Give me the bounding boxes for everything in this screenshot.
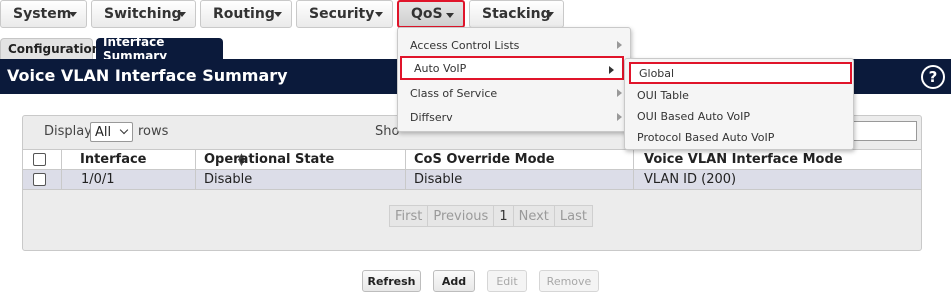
nav-qos-label: QoS bbox=[411, 6, 443, 22]
chevron-down-icon bbox=[546, 12, 554, 17]
refresh-button[interactable]: Refresh bbox=[362, 270, 421, 292]
nav-security-label: Security bbox=[309, 6, 375, 22]
submenu-item-global[interactable]: Global bbox=[629, 62, 852, 84]
pager-previous-button[interactable]: Previous bbox=[427, 205, 495, 227]
select-all-checkbox[interactable] bbox=[33, 153, 46, 166]
nav-switching-label: Switching bbox=[104, 6, 182, 22]
select-all-cell bbox=[33, 150, 46, 169]
column-header-interface-label: Interface bbox=[80, 152, 147, 167]
add-button[interactable]: Add bbox=[433, 270, 475, 292]
nav-switching[interactable]: Switching bbox=[91, 0, 196, 28]
row-select-cell bbox=[33, 170, 46, 189]
pager-current-page[interactable]: 1 bbox=[493, 205, 514, 227]
chevron-down-icon bbox=[178, 12, 186, 17]
tab-interface-summary[interactable]: Interface Summary bbox=[96, 35, 223, 63]
qos-dropdown-menu: Access Control Lists Auto VoIP Class of … bbox=[397, 27, 631, 132]
display-rows-select[interactable]: All bbox=[90, 122, 133, 142]
row-checkbox[interactable] bbox=[33, 173, 46, 186]
chevron-right-icon bbox=[617, 113, 622, 121]
auto-voip-submenu: Global OUI Table OUI Based Auto VoIP Pro… bbox=[624, 58, 854, 150]
nav-routing-label: Routing bbox=[213, 6, 275, 22]
submenu-item-oui-table-label: OUI Table bbox=[637, 88, 689, 102]
submenu-item-global-label: Global bbox=[639, 66, 675, 80]
column-header-cos-override-mode[interactable]: CoS Override Mode bbox=[414, 150, 555, 169]
menu-item-access-control-lists[interactable]: Access Control Lists bbox=[398, 33, 630, 57]
chevron-down-icon bbox=[446, 13, 454, 18]
display-rows-value: All bbox=[95, 124, 112, 140]
chevron-right-icon bbox=[617, 89, 622, 97]
column-divider bbox=[405, 170, 406, 189]
table-header: Interface ▲ ▼ Operational State CoS Overr… bbox=[23, 149, 921, 170]
nav-qos[interactable]: QoS bbox=[397, 0, 465, 28]
pager-first-button[interactable]: First bbox=[389, 205, 429, 227]
column-divider bbox=[405, 150, 406, 169]
help-symbol: ? bbox=[928, 68, 938, 86]
table-row[interactable]: 1/0/1 Disable Disable VLAN ID (200) bbox=[23, 170, 921, 190]
column-header-operational-state[interactable]: Operational State bbox=[204, 150, 334, 169]
column-divider bbox=[633, 170, 634, 189]
nav-routing[interactable]: Routing bbox=[200, 0, 292, 28]
nav-stacking[interactable]: Stacking bbox=[469, 0, 564, 28]
column-header-operational-state-label: Operational State bbox=[204, 152, 335, 167]
display-label: Display bbox=[44, 124, 92, 139]
tab-configuration[interactable]: Configuration bbox=[0, 38, 100, 59]
rows-label: rows bbox=[138, 124, 169, 139]
pagination: First Previous 1 Next Last bbox=[389, 205, 593, 227]
chevron-right-icon bbox=[609, 66, 614, 74]
menu-item-auto-voip-label: Auto VoIP bbox=[414, 61, 467, 75]
show-label: Sho bbox=[375, 124, 400, 139]
cell-voice-vlan-interface-mode: VLAN ID (200) bbox=[644, 172, 737, 187]
menu-item-diffserv-label: Diffserv bbox=[410, 110, 453, 124]
submenu-item-protocol-based-auto-voip-label: Protocol Based Auto VoIP bbox=[637, 130, 775, 144]
chevron-down-icon bbox=[375, 12, 383, 17]
page-title: Voice VLAN Interface Summary bbox=[7, 66, 288, 85]
nav-system-label: System bbox=[13, 6, 72, 22]
chevron-right-icon bbox=[617, 41, 622, 49]
column-divider bbox=[61, 170, 62, 189]
chevron-down-icon bbox=[119, 125, 129, 135]
pager-last-button[interactable]: Last bbox=[553, 205, 593, 227]
column-divider bbox=[195, 150, 196, 169]
tab-configuration-label: Configuration bbox=[8, 42, 101, 56]
nav-stacking-label: Stacking bbox=[482, 6, 551, 22]
menu-item-diffserv[interactable]: Diffserv bbox=[398, 105, 630, 129]
search-input[interactable] bbox=[849, 121, 917, 141]
column-header-voice-vlan-interface-mode[interactable]: Voice VLAN Interface Mode bbox=[644, 150, 843, 169]
chevron-down-icon bbox=[69, 12, 77, 17]
column-divider bbox=[633, 150, 634, 169]
column-header-voice-vlan-interface-mode-label: Voice VLAN Interface Mode bbox=[644, 152, 843, 167]
submenu-item-protocol-based-auto-voip[interactable]: Protocol Based Auto VoIP bbox=[625, 125, 853, 149]
submenu-item-oui-based-auto-voip-label: OUI Based Auto VoIP bbox=[637, 109, 751, 123]
cell-operational-state: Disable bbox=[204, 172, 253, 187]
edit-button[interactable]: Edit bbox=[487, 270, 527, 292]
chevron-down-icon bbox=[274, 12, 282, 17]
column-header-interface[interactable]: Interface ▲ ▼ bbox=[80, 150, 245, 169]
menu-item-class-of-service[interactable]: Class of Service bbox=[398, 81, 630, 105]
cell-cos-override-mode: Disable bbox=[414, 172, 463, 187]
cell-interface: 1/0/1 bbox=[81, 172, 115, 187]
menu-item-access-control-lists-label: Access Control Lists bbox=[410, 38, 520, 52]
column-divider bbox=[61, 150, 62, 169]
top-navigation: System Switching Routing Security QoS St… bbox=[0, 0, 951, 29]
column-header-cos-override-mode-label: CoS Override Mode bbox=[414, 152, 555, 167]
help-icon[interactable]: ? bbox=[921, 65, 945, 89]
pager-next-button[interactable]: Next bbox=[512, 205, 555, 227]
menu-item-auto-voip[interactable]: Auto VoIP bbox=[400, 56, 624, 80]
column-divider bbox=[195, 170, 196, 189]
nav-security[interactable]: Security bbox=[296, 0, 393, 28]
nav-system[interactable]: System bbox=[0, 0, 87, 28]
menu-item-class-of-service-label: Class of Service bbox=[410, 86, 498, 100]
remove-button[interactable]: Remove bbox=[539, 270, 599, 292]
